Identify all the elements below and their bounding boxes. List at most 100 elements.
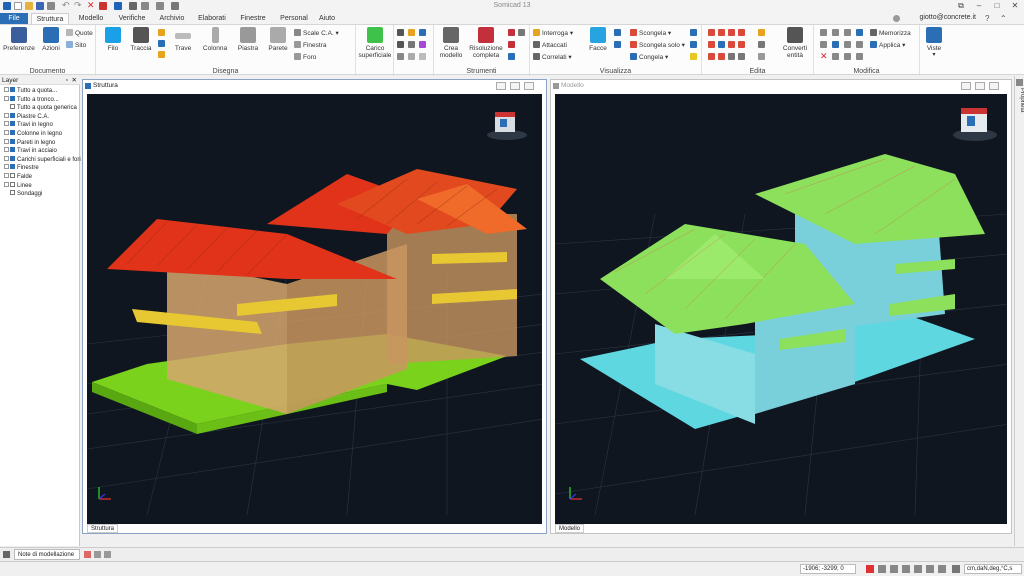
polar-icon[interactable] <box>902 565 910 573</box>
interroga-button[interactable]: Interroga ▾ <box>533 29 573 38</box>
bottom-filter-icon[interactable] <box>94 551 101 558</box>
draw-arc-icon[interactable] <box>158 51 165 58</box>
attaccati-button[interactable]: Attaccati <box>533 41 567 50</box>
azioni-button[interactable]: Azioni <box>38 27 64 52</box>
group-icon[interactable] <box>832 53 839 60</box>
zoom-icon[interactable] <box>614 41 621 48</box>
minimize-window-icon[interactable]: – <box>973 1 985 11</box>
finestra-button[interactable]: Finestra <box>294 41 326 50</box>
expand-icon[interactable] <box>4 130 9 135</box>
converti-entita-button[interactable]: Converti entità <box>780 27 810 59</box>
layer-item[interactable]: Carichi superficiali e fori <box>0 155 81 165</box>
viewport-modello-minimize-button[interactable] <box>961 82 971 90</box>
arrow-down-icon[interactable] <box>397 29 404 36</box>
viewport-close-button[interactable] <box>524 82 534 90</box>
find-icon[interactable] <box>844 29 851 36</box>
bottom-tool-icon[interactable] <box>84 551 91 558</box>
tab-finestre[interactable]: Finestre <box>235 13 271 24</box>
ellipse-icon[interactable] <box>419 53 426 60</box>
expand-icon[interactable] <box>4 164 9 170</box>
tab-elaborati[interactable]: Elaborati <box>194 13 230 24</box>
crea-modello-button[interactable]: Crea modello <box>436 27 466 59</box>
layer-item[interactable]: Travi in legno <box>0 121 53 130</box>
layer-item[interactable]: Tutto a tronco... <box>0 95 59 105</box>
break-icon[interactable] <box>728 53 735 60</box>
tab-file[interactable]: File <box>0 13 28 24</box>
join-icon[interactable] <box>738 53 745 60</box>
correlati-button[interactable]: Correlati ▾ <box>533 53 572 62</box>
mirror-icon[interactable] <box>738 29 745 36</box>
light-icon[interactable] <box>690 53 697 60</box>
layer-checkbox[interactable] <box>10 164 15 170</box>
text-icon[interactable] <box>419 41 426 48</box>
measure-icon[interactable] <box>758 41 765 48</box>
risoluzione-completa-button[interactable]: Risoluzione completa <box>468 27 504 59</box>
layer-checkbox[interactable] <box>10 130 15 135</box>
paste-icon[interactable] <box>832 41 839 48</box>
warning-icon[interactable] <box>408 29 415 36</box>
osnap-icon[interactable] <box>914 565 922 573</box>
congela-button[interactable]: Congela ▾ <box>630 53 668 62</box>
layer-item[interactable]: Piastre C.A. <box>0 112 49 122</box>
layer-item[interactable]: Pareti in legno <box>0 138 55 148</box>
snap-icon[interactable] <box>866 565 874 573</box>
array-icon[interactable] <box>718 41 725 48</box>
draw-line-icon[interactable] <box>158 29 165 36</box>
undo-modify-icon[interactable] <box>820 29 827 36</box>
ortho-icon[interactable] <box>878 565 886 573</box>
lineweight-icon[interactable] <box>938 565 946 573</box>
ungroup-icon[interactable] <box>844 53 851 60</box>
expand-icon[interactable] <box>4 138 9 144</box>
viewport-modello-maximize-button[interactable] <box>975 82 985 90</box>
facce-button[interactable]: Facce <box>586 27 610 52</box>
tab-note-di-modellazione[interactable]: Note di modellazione <box>14 549 80 560</box>
units-icon[interactable] <box>952 565 960 573</box>
rotate-icon[interactable] <box>728 29 735 36</box>
cut-icon[interactable] <box>820 41 827 48</box>
tab-archivio[interactable]: Archivio <box>154 13 190 24</box>
erase-icon[interactable] <box>758 53 765 60</box>
viewport-minimize-button[interactable] <box>496 82 506 90</box>
memorizza-button[interactable]: Memorizza <box>870 29 911 38</box>
piastra-button[interactable]: Piastra <box>234 27 262 52</box>
layer-checkbox[interactable] <box>10 147 15 153</box>
info-icon[interactable] <box>419 29 426 36</box>
copy-icon[interactable] <box>718 29 725 36</box>
viewport-struttura[interactable]: Struttura Struttura <box>82 79 547 534</box>
applica-button[interactable]: Applica ▾ <box>870 41 905 50</box>
draw-polyline-icon[interactable] <box>158 40 165 47</box>
modello-3d-canvas[interactable] <box>555 94 1007 524</box>
notes-icon[interactable] <box>3 551 10 558</box>
zoom-extents-icon[interactable] <box>614 29 621 36</box>
expand-icon[interactable] <box>4 87 9 92</box>
layer-item[interactable]: Sondaggi <box>0 190 42 199</box>
layer-item[interactable]: Travi in acciaio <box>0 147 57 156</box>
check-icon[interactable] <box>518 29 525 36</box>
layer-item[interactable]: Falde <box>0 173 32 182</box>
user-account[interactable]: giotto@concrete.it <box>919 14 976 21</box>
scale-icon[interactable] <box>708 41 715 48</box>
move-icon[interactable] <box>708 29 715 36</box>
pencil-icon[interactable] <box>397 53 404 60</box>
close-window-icon[interactable]: ✕ <box>1009 1 1021 11</box>
search-icon[interactable] <box>856 29 863 36</box>
help-icon[interactable]: ? <box>985 14 989 23</box>
expand-icon[interactable] <box>4 155 9 161</box>
layer-checkbox[interactable] <box>10 155 15 161</box>
tab-aiuto[interactable]: Aiuto <box>313 13 341 24</box>
sito-button[interactable]: Sito <box>66 41 86 50</box>
quote-button[interactable]: Quote <box>66 29 93 38</box>
view-settings-icon[interactable] <box>690 29 697 36</box>
carico-superficiale-button[interactable]: Carico superficiale <box>358 27 392 59</box>
select-icon[interactable] <box>832 29 839 36</box>
layer-item[interactable]: Tutto a quota... <box>0 87 57 96</box>
units-readout[interactable]: cm,daN,deg,°C,s <box>964 564 1022 574</box>
close-panel-icon[interactable]: ✕ <box>72 76 77 85</box>
eraser-icon[interactable] <box>408 53 415 60</box>
properties-icon[interactable] <box>1016 79 1023 86</box>
trave-button[interactable]: Trave <box>172 27 194 52</box>
scale-ca-button[interactable]: Scale C.A. ▾ <box>294 29 339 38</box>
expand-icon[interactable] <box>4 181 9 187</box>
lock-icon[interactable] <box>856 53 863 60</box>
expand-icon[interactable] <box>4 112 9 118</box>
